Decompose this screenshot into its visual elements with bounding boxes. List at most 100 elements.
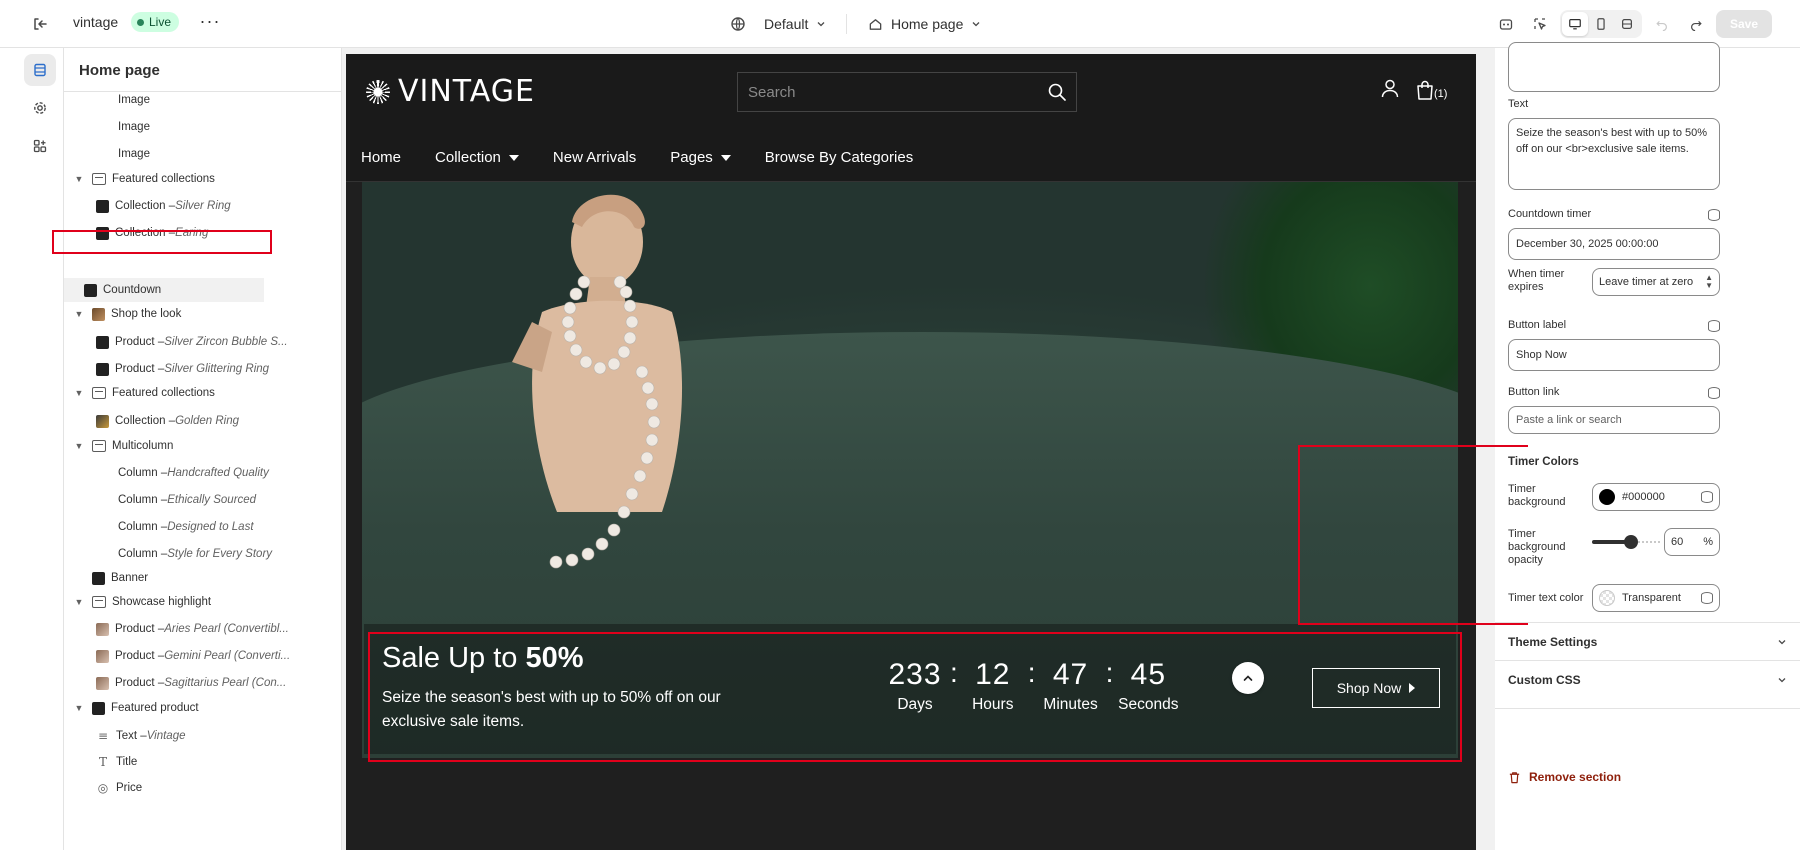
product-thumbnail bbox=[96, 362, 109, 376]
tree-item-column[interactable]: Column – Designed to Last bbox=[118, 515, 254, 539]
tree-section-featured-product[interactable]: ▼ Featured product bbox=[72, 696, 199, 720]
shop-now-button[interactable]: Shop Now bbox=[1312, 668, 1440, 708]
fullscreen-view-icon[interactable] bbox=[1614, 12, 1640, 36]
nav-new-arrivals[interactable]: New Arrivals bbox=[553, 149, 636, 166]
dynamic-source-icon[interactable] bbox=[1708, 209, 1720, 221]
tree-section-featured-collections[interactable]: ▼ Featured collections bbox=[72, 167, 215, 191]
transparent-swatch[interactable] bbox=[1599, 590, 1615, 606]
exit-icon[interactable] bbox=[28, 12, 52, 36]
account-icon[interactable] bbox=[1380, 78, 1402, 100]
text-field: Text Seize the season's best with up to … bbox=[1508, 98, 1720, 190]
theme-selector[interactable]: Default bbox=[730, 12, 826, 36]
dynamic-source-icon[interactable] bbox=[1701, 491, 1713, 503]
tree-item-product[interactable]: Product – Aries Pearl (Convertibl... bbox=[96, 617, 289, 641]
text-label: Text bbox=[1508, 98, 1529, 110]
tree-section-featured-collections[interactable]: ▼ Featured collections bbox=[72, 381, 215, 405]
store-logo[interactable]: VINTAGE bbox=[366, 74, 535, 109]
chevron-down-icon[interactable]: ▼ bbox=[72, 309, 86, 319]
timer-background-color-picker[interactable]: #000000 bbox=[1592, 483, 1720, 511]
tree-item-label: Product – bbox=[115, 650, 165, 662]
custom-css-accordion[interactable]: Custom CSS bbox=[1495, 660, 1800, 698]
cart-button[interactable]: (1) bbox=[1416, 76, 1447, 100]
chevron-down-icon[interactable]: ▼ bbox=[72, 174, 86, 184]
apps-rail-button[interactable] bbox=[24, 130, 56, 162]
scroll-to-top-button[interactable] bbox=[1232, 662, 1264, 694]
chevron-down-icon[interactable]: ▼ bbox=[72, 703, 86, 713]
page-selector-label: Home page bbox=[891, 16, 964, 32]
page-selector[interactable]: Home page bbox=[868, 12, 981, 36]
chevron-up-icon bbox=[1243, 675, 1253, 681]
section-icon bbox=[92, 173, 106, 185]
chevron-down-icon[interactable]: ▼ bbox=[72, 388, 86, 398]
collection-thumbnail bbox=[96, 226, 109, 240]
theme-settings-accordion[interactable]: Theme Settings bbox=[1495, 622, 1800, 660]
tree-section-countdown[interactable]: Countdown bbox=[64, 278, 264, 302]
button-label-input[interactable]: Shop Now bbox=[1508, 339, 1720, 371]
heading-textarea[interactable] bbox=[1508, 42, 1720, 92]
sections-rail-button[interactable] bbox=[24, 54, 56, 86]
timer-expires-select[interactable]: Leave timer at zero ▲ ▼ bbox=[1592, 268, 1720, 296]
slider-thumb[interactable] bbox=[1624, 535, 1638, 549]
button-link-input[interactable]: Paste a link or search bbox=[1508, 406, 1720, 434]
tree-item-product[interactable]: Product – Gemini Pearl (Converti... bbox=[96, 644, 290, 668]
chevron-down-icon bbox=[1778, 639, 1786, 644]
timer-opacity-input[interactable]: 60 % bbox=[1664, 528, 1720, 556]
chevron-down-icon[interactable]: ▼ bbox=[72, 597, 86, 607]
countdown-hero[interactable]: Sale Up to 50% Seize the season's best w… bbox=[362, 182, 1458, 758]
desktop-view-icon[interactable] bbox=[1561, 12, 1588, 36]
dynamic-source-icon[interactable] bbox=[1708, 387, 1720, 399]
search-icon[interactable] bbox=[1048, 83, 1066, 101]
tree-item-collection[interactable]: Collection – Silver Ring bbox=[96, 194, 231, 218]
tree-item-price[interactable]: ◎ Price bbox=[96, 776, 142, 800]
tree-item-label: Column – bbox=[118, 521, 168, 533]
theme-settings-rail-button[interactable] bbox=[24, 92, 56, 124]
tree-item-collection[interactable]: Collection – Earing bbox=[96, 221, 208, 245]
nav-home[interactable]: Home bbox=[361, 149, 401, 166]
chevron-down-icon[interactable]: ▼ bbox=[72, 441, 86, 451]
text-textarea[interactable]: Seize the season's best with up to 50% o… bbox=[1508, 118, 1720, 190]
tree-section-showcase-highlight[interactable]: ▼ Showcase highlight bbox=[72, 590, 211, 614]
remove-section-button[interactable]: Remove section bbox=[1508, 770, 1621, 784]
store-search-input[interactable]: Search bbox=[737, 72, 1077, 112]
tree-section-shop-the-look[interactable]: ▼ Shop the look bbox=[72, 302, 181, 326]
tree-item-text[interactable]: ≡ Text – Vintage bbox=[96, 724, 186, 748]
dynamic-source-icon[interactable] bbox=[1708, 320, 1720, 332]
tree-section-banner[interactable]: Banner bbox=[92, 566, 148, 590]
tree-item-column[interactable]: Column – Style for Every Story bbox=[118, 542, 272, 566]
tree-item-product[interactable]: Product – Sagittarius Pearl (Con... bbox=[96, 671, 286, 695]
tree-item-column[interactable]: Column – Handcrafted Quality bbox=[118, 461, 269, 485]
redo-icon[interactable] bbox=[1682, 10, 1710, 38]
tree-item-product[interactable]: Product – Silver Glittering Ring bbox=[96, 357, 269, 381]
undo-icon[interactable] bbox=[1648, 10, 1676, 38]
product-thumbnail bbox=[96, 622, 109, 636]
storefront-preview: VINTAGE Search (1) Home Collection New A… bbox=[346, 54, 1476, 850]
mobile-view-icon[interactable] bbox=[1588, 12, 1614, 36]
tree-item-image[interactable]: Image bbox=[118, 142, 150, 166]
tree-item-column[interactable]: Column – Ethically Sourced bbox=[118, 488, 256, 512]
tree-item-collection[interactable]: Collection – Golden Ring bbox=[96, 409, 239, 433]
sidekick-icon[interactable] bbox=[1492, 10, 1520, 38]
trash-icon bbox=[1509, 771, 1520, 783]
tree-item-product[interactable]: Product – Silver Zircon Bubble S... bbox=[96, 330, 288, 354]
button-label-label: Button label bbox=[1508, 319, 1567, 331]
save-button[interactable]: Save bbox=[1715, 10, 1772, 38]
countdown-bar: Sale Up to 50% Seize the season's best w… bbox=[364, 624, 1456, 754]
editor-rail bbox=[20, 48, 64, 850]
nav-browse-by-categories[interactable]: Browse By Categories bbox=[765, 149, 913, 166]
tree-section-multicolumn[interactable]: ▼ Multicolumn bbox=[72, 434, 173, 458]
timer-text-color-picker[interactable]: Transparent bbox=[1592, 584, 1720, 612]
tree-item-image[interactable]: Image bbox=[118, 92, 150, 112]
color-swatch[interactable] bbox=[1599, 489, 1615, 505]
dynamic-source-icon[interactable] bbox=[1701, 592, 1713, 604]
timer-separator: : bbox=[1105, 657, 1114, 688]
nav-pages[interactable]: Pages bbox=[670, 149, 731, 166]
tree-item-title[interactable]: T Title bbox=[96, 750, 137, 774]
countdown-timer-input[interactable]: December 30, 2025 00:00:00 bbox=[1508, 228, 1720, 260]
apps-icon bbox=[33, 139, 47, 153]
inspector-icon[interactable] bbox=[1526, 10, 1554, 38]
timer-opacity-slider[interactable] bbox=[1592, 528, 1660, 556]
more-actions-button[interactable]: ··· bbox=[198, 11, 222, 35]
sidebar-title: Home page bbox=[79, 62, 160, 79]
tree-item-image[interactable]: Image bbox=[118, 115, 150, 139]
nav-collection[interactable]: Collection bbox=[435, 149, 519, 166]
